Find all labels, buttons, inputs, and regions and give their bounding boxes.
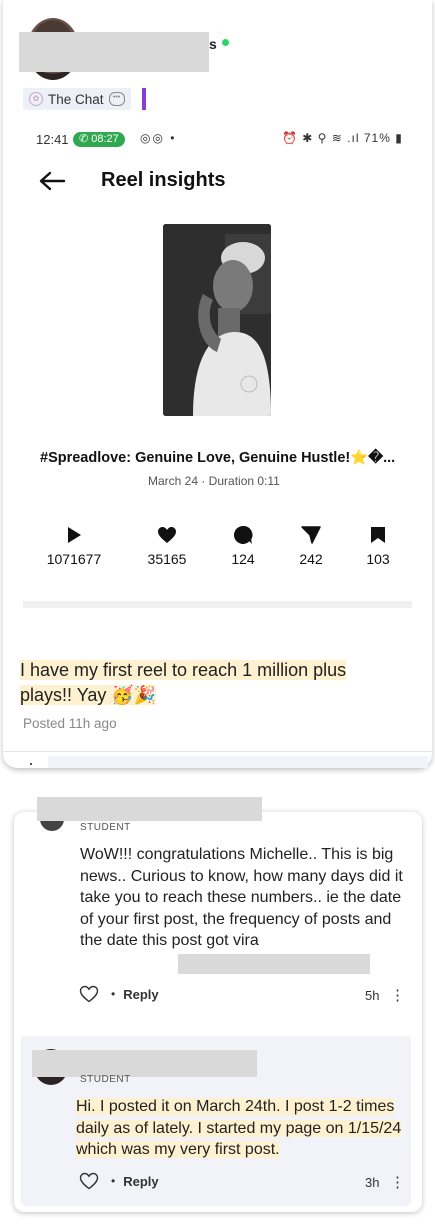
phone-icon: ✆: [79, 133, 89, 145]
battery-level: 71%: [363, 131, 391, 145]
chat-bubble-icon: •••: [108, 92, 125, 106]
call-duration: 08:27: [91, 133, 119, 145]
reel-meta: March 24 · Duration 0:11: [148, 474, 280, 488]
comment-more-icon[interactable]: ⋮: [390, 986, 405, 1004]
reply-actions: • Reply: [79, 1172, 159, 1190]
comment-icon: [233, 525, 253, 544]
likes-count: 35165: [147, 551, 187, 567]
stat-comments: 124: [208, 524, 278, 567]
redacted-commenter-name: [37, 797, 262, 821]
post-body: I have my first reel to reach 1 million …: [20, 658, 380, 708]
saves-count: 103: [366, 551, 390, 567]
commenter-role: STUDENT: [80, 822, 131, 833]
space-accent-bar: [142, 88, 146, 110]
comment-time: 5h: [365, 988, 380, 1003]
status-time: 12:41: [36, 132, 69, 147]
divider: [23, 601, 412, 608]
like-heart-icon[interactable]: [79, 1172, 99, 1190]
back-arrow-icon: [39, 171, 66, 191]
redacted-comment-text: [178, 954, 370, 974]
reply-more-icon[interactable]: ⋮: [390, 1173, 405, 1191]
reel-caption: #Spreadlove: Genuine Love, Genuine Hustl…: [40, 450, 396, 466]
share-icon: [301, 526, 321, 544]
redacted-author-name: [19, 32, 209, 72]
stat-shares: 242: [276, 524, 346, 567]
reply-button[interactable]: Reply: [123, 1174, 158, 1189]
post-body-line1: I have my first reel to reach 1 million …: [20, 660, 347, 680]
reply-button[interactable]: Reply: [123, 987, 158, 1002]
heart-icon: [158, 527, 176, 543]
comment-input-stub[interactable]: [48, 756, 428, 768]
replier-role: STUDENT: [80, 1074, 131, 1085]
call-indicator: ✆ 08:27: [73, 132, 125, 147]
system-status-icons: ⏰ ✱ ⚲ ≋ .ıl 71% ▮: [282, 131, 403, 145]
page-title: Reel insights: [101, 169, 226, 191]
stat-likes: 35165: [132, 524, 202, 567]
shares-count: 242: [299, 551, 323, 567]
reply-time: 3h: [365, 1175, 380, 1190]
battery-icon: ▮: [395, 131, 403, 145]
redacted-replier-name: [32, 1050, 257, 1077]
posted-timestamp: Posted 11h ago: [23, 716, 117, 731]
play-icon: [68, 527, 81, 543]
plays-count: 1071677: [46, 551, 102, 567]
reply-text: Hi. I posted it on March 24th. I post 1-…: [76, 1096, 406, 1161]
author-name-tail: s: [209, 36, 217, 52]
comment-text: WoW!!! congratulations Michelle.. This i…: [80, 846, 403, 949]
bookmark-icon: [371, 527, 385, 543]
comments-count: 124: [231, 551, 255, 567]
like-heart-icon[interactable]: [79, 985, 99, 1003]
reel-thumbnail: [163, 224, 271, 416]
space-tag-label: The Chat: [48, 91, 104, 107]
stat-plays: 1071677: [39, 524, 109, 567]
space-tag[interactable]: ✿ The Chat •••: [23, 88, 131, 110]
reel-thumbnail-image: [163, 224, 271, 416]
divider: [3, 751, 432, 752]
decorative-dot: [30, 763, 32, 765]
comment-actions: • Reply: [79, 985, 159, 1003]
reply-text-body: Hi. I posted it on March 24th. I post 1-…: [76, 1098, 402, 1158]
stat-saves: 103: [343, 524, 413, 567]
notification-icons: ◎◎ •: [140, 131, 177, 145]
signal-icons: ⏰ ✱ ⚲ ≋ .ıl: [282, 131, 360, 145]
online-status-dot: [222, 39, 229, 46]
post-body-line2: plays!! Yay 🥳🎉: [20, 685, 157, 705]
space-icon: ✿: [29, 92, 43, 106]
